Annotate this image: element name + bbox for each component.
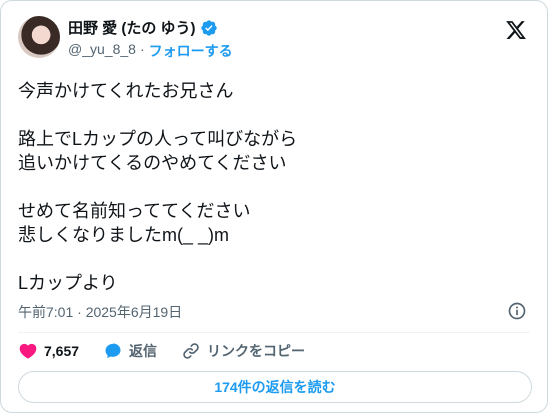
reply-label: 返信 (129, 343, 158, 359)
author-display-name[interactable]: 田野 愛 (たの ゆう) (68, 17, 196, 38)
tweet-line: Lカップより (18, 273, 118, 293)
reply-bubble-icon (105, 343, 121, 359)
separator-dot: · (139, 41, 145, 57)
tweet-line: 今声かけてくれたお兄さん (18, 81, 234, 101)
tweet-line: 追いかけてくるのやめてください (18, 153, 287, 173)
reply-button[interactable]: 返信 (103, 341, 157, 361)
avatar[interactable] (18, 16, 60, 58)
copy-link-label: リンクをコピー (207, 343, 306, 359)
tweet-line: せめて名前知っててください (18, 201, 251, 221)
tweet-timestamp[interactable]: 午前7:01 · 2025年6月19日 (18, 302, 182, 322)
tweet-card: 田野 愛 (たの ゆう) @_yu_8_8 · フォローする 今声かけてくれたお… (0, 0, 548, 413)
like-count: 7,657 (44, 343, 80, 359)
tweet-line: 路上でLカップの人って叫びながら (18, 129, 298, 149)
tweet-line (18, 103, 528, 127)
author-handle[interactable]: @_yu_8_8 (68, 41, 136, 61)
tweet-line (18, 247, 528, 271)
tweet-text: 今声かけてくれたお兄さん 路上でLカップの人って叫びながら 追いかけてくるのやめ… (18, 79, 528, 295)
verified-badge-icon (200, 19, 217, 36)
tweet-line: 悲しくなりましたm(_ _)m (18, 225, 229, 245)
read-replies-button[interactable]: 174件の返信を読む (18, 371, 532, 403)
x-logo-icon[interactable] (505, 19, 527, 41)
author-handle-row: @_yu_8_8 · フォローする (68, 41, 233, 61)
tweet-line (18, 175, 528, 199)
author-name-row: 田野 愛 (たの ゆう) (68, 17, 218, 38)
heart-icon (19, 343, 37, 359)
copy-link-button[interactable]: リンクをコピー (181, 341, 305, 361)
info-icon[interactable] (507, 301, 527, 321)
like-button[interactable]: 7,657 (18, 341, 79, 361)
action-bar: 7,657 返信 リンクをコピー (18, 341, 329, 361)
follow-button[interactable]: フォローする (149, 41, 233, 61)
divider (18, 332, 530, 333)
link-icon (183, 343, 199, 359)
